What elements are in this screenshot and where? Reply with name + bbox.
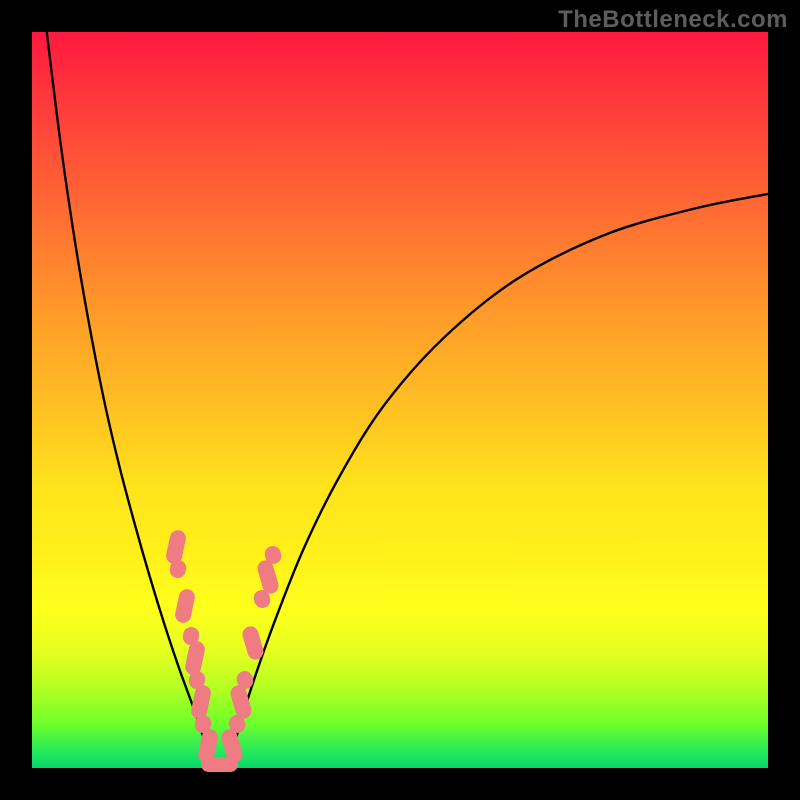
- bottleneck-curve: [32, 32, 768, 768]
- plot-area: [32, 32, 768, 768]
- figure-frame: TheBottleneck.com: [0, 0, 800, 800]
- watermark: TheBottleneck.com: [558, 6, 788, 34]
- curve-marker: [214, 757, 238, 772]
